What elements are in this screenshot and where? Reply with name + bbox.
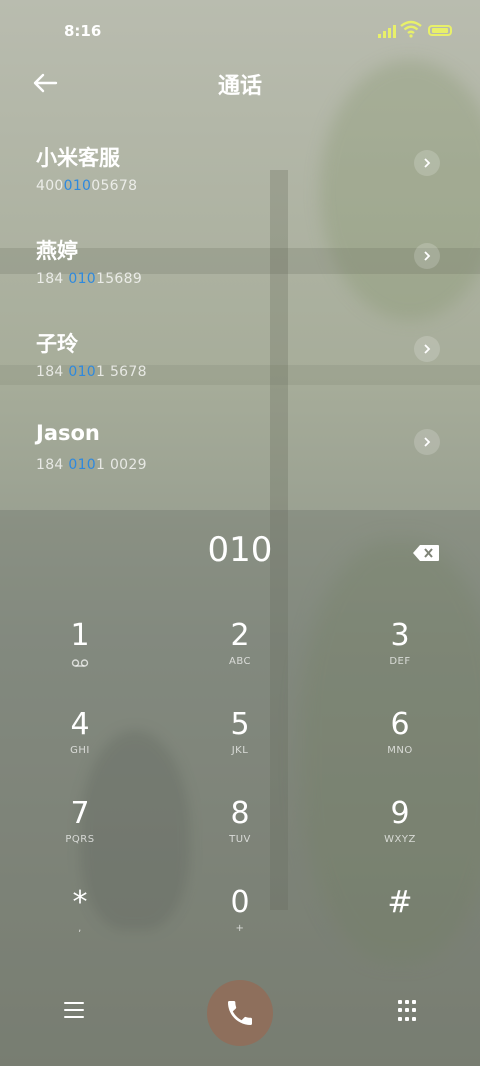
signal-icon xyxy=(378,24,396,38)
contact-item[interactable]: 子玲 184 0101 5678 xyxy=(0,324,480,417)
contact-number: 40001005678 xyxy=(36,178,138,194)
contact-list: 小米客服 40001005678 燕婷 184 01015689 子玲 184 … xyxy=(0,138,480,510)
key-1[interactable]: 1 xyxy=(20,620,140,700)
menu-icon[interactable] xyxy=(64,1002,84,1018)
key-2[interactable]: 2 ABC xyxy=(180,620,300,700)
key-0[interactable]: 0 + xyxy=(180,887,300,967)
contact-name: 小米客服 xyxy=(36,146,120,170)
chevron-right-icon[interactable] xyxy=(414,336,440,362)
call-button[interactable] xyxy=(207,980,273,1046)
dialer-bottom-bar xyxy=(0,980,480,1050)
contact-number: 184 0101 5678 xyxy=(36,364,147,380)
chevron-right-icon[interactable] xyxy=(414,243,440,269)
header: 通话 xyxy=(0,60,480,106)
key-hash[interactable]: # xyxy=(340,887,460,967)
key-9[interactable]: 9 WXYZ xyxy=(340,798,460,878)
page-title: 通话 xyxy=(217,74,262,99)
key-3[interactable]: 3 DEF xyxy=(340,620,460,700)
contact-number: 184 0101 0029 xyxy=(36,457,147,473)
dial-pad: 010 1 2 ABC 3 DEF 4 GHI 5 JKL 6 MNO 7 PQRS 8 TU… xyxy=(0,510,480,1066)
status-time: 8:16 xyxy=(64,22,102,40)
contact-name: 燕婷 xyxy=(36,239,78,263)
contact-number: 184 01015689 xyxy=(36,271,143,287)
dialed-number: 010 xyxy=(207,530,273,570)
phone-icon xyxy=(228,1001,252,1025)
contact-item[interactable]: 燕婷 184 01015689 xyxy=(0,231,480,324)
backspace-icon[interactable] xyxy=(412,544,440,562)
key-5[interactable]: 5 JKL xyxy=(180,709,300,789)
chevron-right-icon[interactable] xyxy=(414,150,440,176)
key-4[interactable]: 4 GHI xyxy=(20,709,140,789)
status-bar: 8:16 xyxy=(0,0,480,60)
key-8[interactable]: 8 TUV xyxy=(180,798,300,878)
dialpad-toggle-icon[interactable] xyxy=(398,1000,416,1022)
chevron-right-icon[interactable] xyxy=(414,429,440,455)
contact-name: 子玲 xyxy=(36,332,78,356)
battery-icon xyxy=(428,25,452,36)
key-7[interactable]: 7 PQRS xyxy=(20,798,140,878)
contact-item[interactable]: Jason 184 0101 0029 xyxy=(0,417,480,510)
key-6[interactable]: 6 MNO xyxy=(340,709,460,789)
wifi-icon xyxy=(400,20,422,38)
contact-item[interactable]: 小米客服 40001005678 xyxy=(0,138,480,231)
contact-name: Jason xyxy=(36,421,100,445)
voicemail-icon xyxy=(71,659,89,667)
key-star[interactable]: *, xyxy=(20,887,140,967)
